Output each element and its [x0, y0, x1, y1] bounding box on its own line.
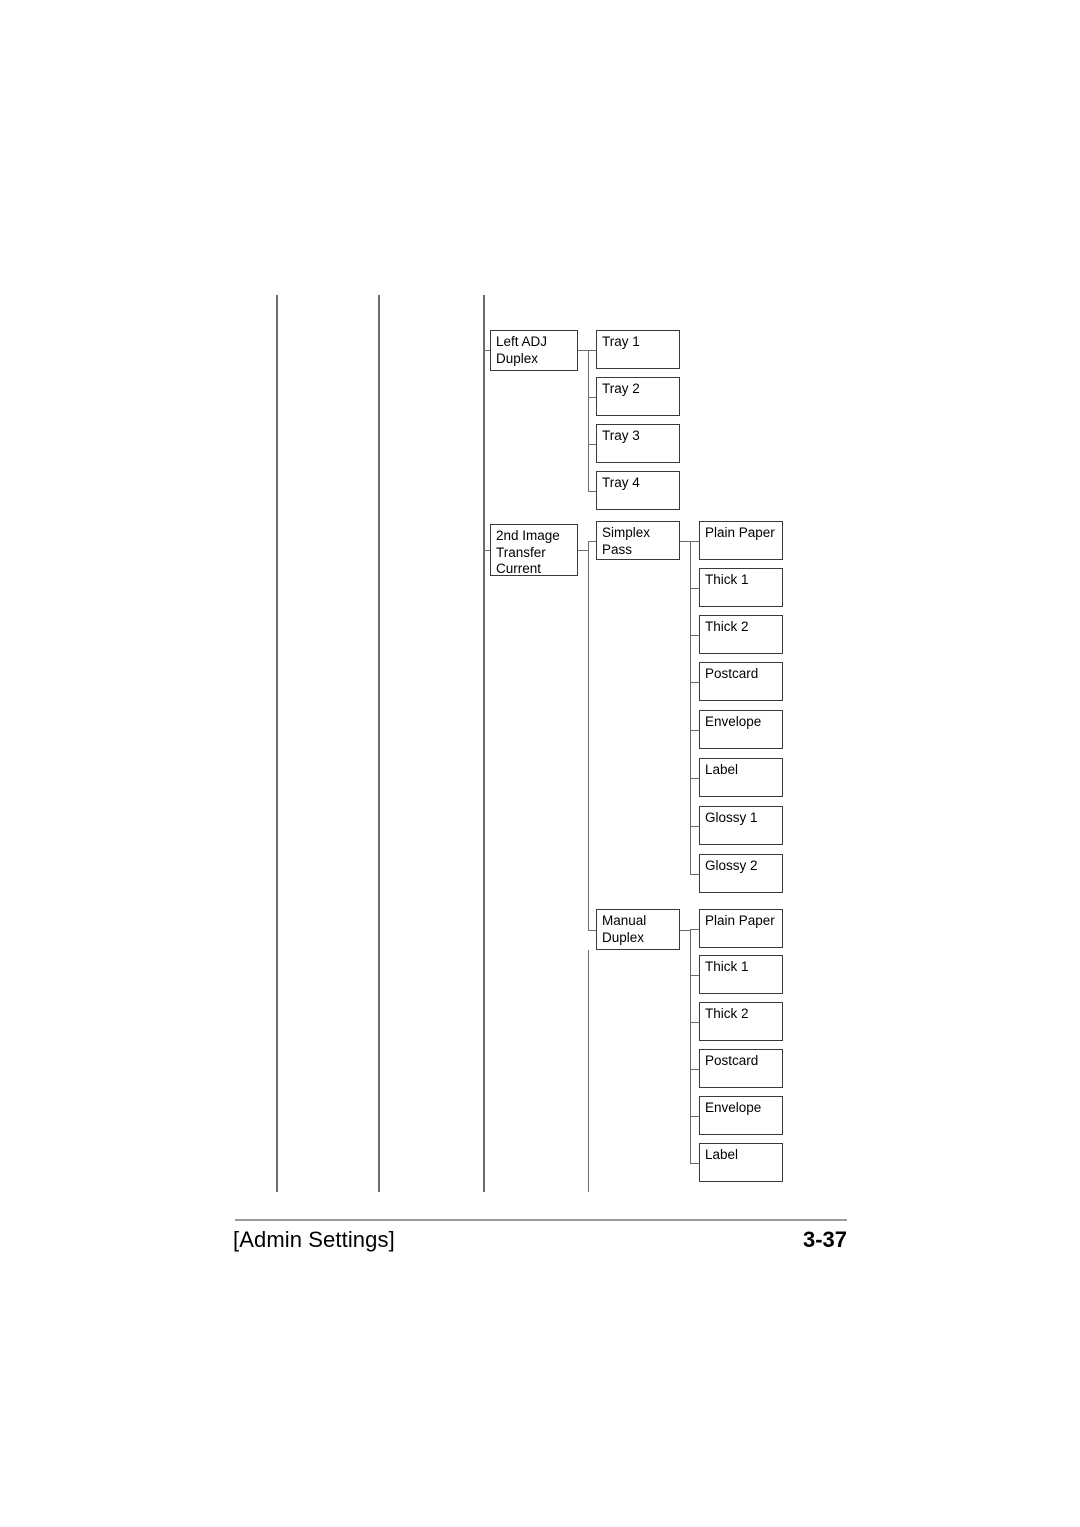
continuation-rail-1: [276, 295, 278, 1192]
footer-section-title: [Admin Settings]: [233, 1227, 395, 1252]
node-md-thick1[interactable]: Thick 1: [699, 955, 783, 994]
manual-duplex-children-child-stub-5: [690, 1116, 699, 1117]
node-simplex-pass[interactable]: Simplex Pass: [596, 521, 680, 560]
manual-page: Left ADJ Duplex Tray 1 Tray 2 Tray 3 Tray 4 2…: [0, 0, 1080, 1527]
simplex-pass-children-child-stub-4: [690, 682, 699, 683]
second-image-children-child-stub-1: [588, 541, 596, 542]
left-adj-duplex-children-parent-stub: [578, 350, 588, 351]
manual-duplex-children-child-stub-6: [690, 1163, 699, 1164]
left-adj-duplex-children-child-stub-2: [588, 397, 596, 398]
node-sp-thick2[interactable]: Thick 2: [699, 615, 783, 654]
node-sp-envelope[interactable]: Envelope: [699, 710, 783, 749]
node-tray2[interactable]: Tray 2: [596, 377, 680, 416]
continuation-rail-2: [378, 295, 380, 1192]
manual-duplex-children-child-stub-1: [690, 929, 699, 930]
node-md-label[interactable]: Label: [699, 1143, 783, 1182]
column2-trunk-tail: [588, 950, 589, 1192]
manual-duplex-children-trunk: [690, 929, 691, 1163]
simplex-pass-children-child-stub-3: [690, 635, 699, 636]
node-tray1[interactable]: Tray 1: [596, 330, 680, 369]
page-number: 3-37: [802, 1227, 847, 1252]
simplex-pass-children-child-stub-5: [690, 730, 699, 731]
node-manual-duplex[interactable]: Manual Duplex: [596, 909, 680, 950]
manual-duplex-children-child-stub-3: [690, 1022, 699, 1023]
node-sp-thick1[interactable]: Thick 1: [699, 568, 783, 607]
left-adj-duplex-children-child-stub-1: [588, 350, 596, 351]
simplex-pass-children-child-stub-8: [690, 874, 699, 875]
node-md-envelope[interactable]: Envelope: [699, 1096, 783, 1135]
manual-duplex-children-child-stub-4: [690, 1069, 699, 1070]
footer-divider: [235, 1219, 847, 1221]
second-image-children-trunk: [588, 541, 589, 930]
node-sp-label[interactable]: Label: [699, 758, 783, 797]
node-sp-postcard[interactable]: Postcard: [699, 662, 783, 701]
node-sp-glossy2[interactable]: Glossy 2: [699, 854, 783, 893]
simplex-pass-children-child-stub-6: [690, 778, 699, 779]
simplex-pass-children-child-stub-1: [690, 541, 699, 542]
node-md-plain-paper[interactable]: Plain Paper: [699, 909, 783, 948]
menu-tree-diagram: Left ADJ Duplex Tray 1 Tray 2 Tray 3 Tray 4 2…: [0, 0, 1080, 1220]
manual-duplex-children-parent-stub: [680, 930, 690, 931]
node-second-image[interactable]: 2nd Image Transfer Current: [490, 524, 578, 576]
node-tray4[interactable]: Tray 4: [596, 471, 680, 510]
simplex-pass-children-trunk: [690, 541, 691, 874]
simplex-pass-children-parent-stub: [680, 541, 690, 542]
node-sp-plain-paper[interactable]: Plain Paper: [699, 521, 783, 560]
simplex-pass-children-child-stub-2: [690, 588, 699, 589]
node-left-adj-duplex[interactable]: Left ADJ Duplex: [490, 330, 578, 371]
node-tray3[interactable]: Tray 3: [596, 424, 680, 463]
node-sp-glossy1[interactable]: Glossy 1: [699, 806, 783, 845]
continuation-rail-3: [483, 295, 485, 1192]
left-adj-duplex-children-child-stub-4: [588, 491, 596, 492]
second-image-children-parent-stub: [578, 550, 588, 551]
manual-duplex-children-child-stub-2: [690, 975, 699, 976]
left-adj-duplex-children-trunk: [588, 350, 589, 491]
node-md-postcard[interactable]: Postcard: [699, 1049, 783, 1088]
node-md-thick2[interactable]: Thick 2: [699, 1002, 783, 1041]
second-image-children-child-stub-2: [588, 930, 596, 931]
left-adj-duplex-children-child-stub-3: [588, 444, 596, 445]
simplex-pass-children-child-stub-7: [690, 826, 699, 827]
